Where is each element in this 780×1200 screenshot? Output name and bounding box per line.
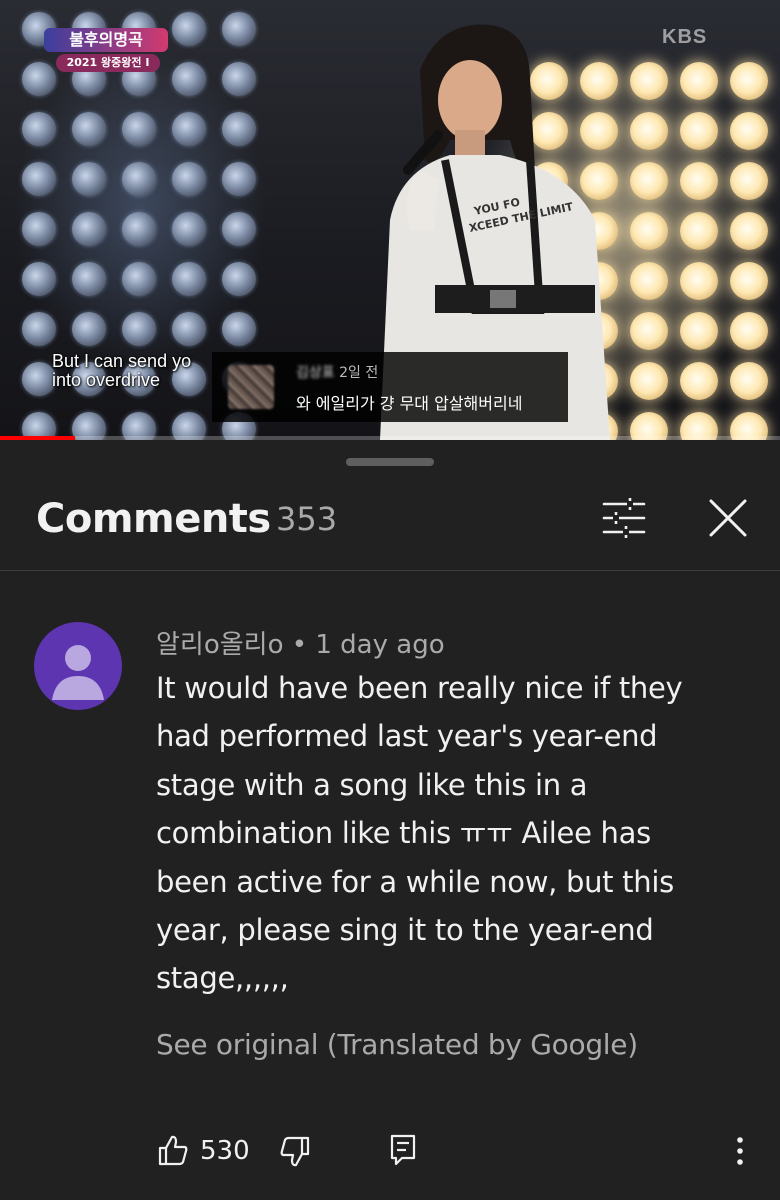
avatar[interactable]	[34, 622, 122, 710]
stage-light	[22, 312, 56, 346]
show-logo-title: 불후의명곡	[44, 28, 168, 52]
stage-light	[172, 12, 206, 46]
overlay-comment-meta: 김상표 2일 전	[296, 362, 378, 382]
comment-time: 1 day ago	[315, 630, 445, 660]
stage-light	[680, 162, 718, 200]
stage-light	[222, 162, 256, 196]
overlay-comment-text: 와 에일리가 걍 무대 압살해버리네	[296, 394, 523, 413]
close-icon[interactable]	[706, 496, 750, 540]
live-comment-overlay: 김상표 2일 전 와 에일리가 걍 무대 압살해버리네	[212, 352, 568, 422]
stage-light	[222, 12, 256, 46]
stage-light	[72, 312, 106, 346]
channel-watermark: KBS	[662, 26, 708, 48]
stage-light	[172, 162, 206, 196]
comments-panel: Comments 353 알리o올리o • 1 day ago It would…	[0, 440, 780, 1200]
stage-light	[172, 212, 206, 246]
stage-light	[680, 212, 718, 250]
stage-light	[730, 362, 768, 400]
stage-light	[172, 62, 206, 96]
comment-body: It would have been really nice if they h…	[156, 664, 736, 1003]
show-logo-subtitle: 2021 왕중왕전 I	[56, 54, 160, 72]
stage-light	[22, 262, 56, 296]
comment-line: stage,,,,,,	[156, 961, 289, 996]
comment-line: been active for a while now, but this	[156, 864, 674, 899]
stage-light	[72, 112, 106, 146]
stage-light	[122, 312, 156, 346]
thumb-up-icon[interactable]	[158, 1134, 188, 1166]
more-vert-icon[interactable]	[734, 1136, 746, 1166]
stage-light	[730, 112, 768, 150]
reply-icon[interactable]	[390, 1134, 416, 1166]
comment-line: combination like this ㅠㅠ Ailee has	[156, 816, 651, 851]
stage-light	[172, 262, 206, 296]
subtitle-line: into overdrive	[52, 370, 161, 390]
drag-handle[interactable]	[346, 458, 434, 466]
video-player[interactable]: YOU FO XCEED THE LIMIT 불후의명곡 2021 왕중왕전 I…	[0, 0, 780, 440]
see-original-link[interactable]: See original (Translated by Google)	[156, 1028, 638, 1061]
meta-separator: •	[291, 630, 308, 660]
stage-light	[22, 212, 56, 246]
stage-light	[222, 62, 256, 96]
stage-light	[222, 312, 256, 346]
comment-author[interactable]: 알리o올리o	[156, 630, 284, 660]
stage-light	[22, 162, 56, 196]
subtitle-line: But I can send yo	[52, 351, 192, 371]
stage-light	[22, 362, 56, 396]
thumb-down-icon[interactable]	[280, 1136, 310, 1168]
comments-header: Comments 353	[0, 480, 780, 570]
header-divider	[0, 570, 780, 571]
comment-meta: 알리o올리o • 1 day ago	[156, 624, 445, 661]
stage-light	[680, 262, 718, 300]
stage-light	[122, 212, 156, 246]
stage-light	[730, 212, 768, 250]
stage-light	[72, 162, 106, 196]
default-user-icon	[52, 645, 104, 700]
stage-light	[730, 262, 768, 300]
show-logo: 불후의명곡 2021 왕중왕전 I	[44, 28, 168, 74]
comments-title: Comments	[36, 496, 271, 542]
stage-light	[680, 312, 718, 350]
like-count: 530	[200, 1136, 250, 1166]
stage-light	[680, 112, 718, 150]
sort-filter-icon[interactable]	[600, 496, 648, 540]
stage-light	[72, 262, 106, 296]
stage-light	[122, 112, 156, 146]
stage-light	[730, 62, 768, 100]
comment-item: 알리o올리o • 1 day ago It would have been re…	[0, 610, 780, 1170]
stage-light	[122, 262, 156, 296]
stage-light	[172, 112, 206, 146]
stage-light	[122, 162, 156, 196]
comment-line: stage with a song like this in a	[156, 767, 588, 802]
stage-light	[172, 312, 206, 346]
overlay-time: 2일 전	[339, 365, 379, 381]
stage-light	[222, 212, 256, 246]
video-subtitle: But I can send yo into overdrive	[52, 352, 222, 390]
stage-light	[730, 162, 768, 200]
stage-light	[680, 362, 718, 400]
comment-line: had performed last year's year-end	[156, 719, 658, 754]
stage-light	[222, 262, 256, 296]
stage-light	[22, 112, 56, 146]
comment-line: year, please sing it to the year-end	[156, 913, 654, 948]
overlay-author: 김상표	[296, 365, 335, 381]
stage-light	[222, 112, 256, 146]
comment-line: It would have been really nice if they	[156, 671, 683, 705]
stage-light	[72, 212, 106, 246]
overlay-avatar	[228, 365, 274, 409]
comments-count: 353	[276, 500, 338, 538]
stage-light	[730, 312, 768, 350]
stage-light	[680, 62, 718, 100]
